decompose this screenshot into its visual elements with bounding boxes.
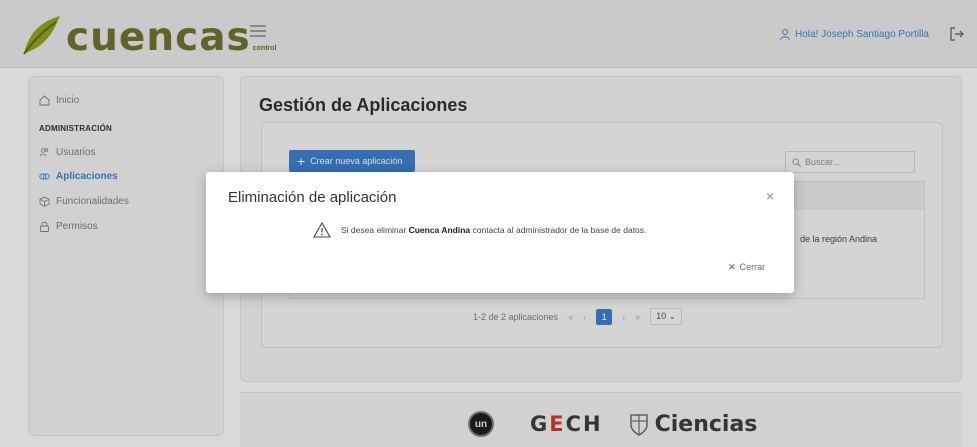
modal-message: Si desea eliminar Cuenca Andina contacta…: [313, 222, 646, 238]
modal-message-prefix: Si desea eliminar: [341, 225, 407, 235]
close-x-icon: ×: [728, 259, 736, 274]
delete-application-modal: Eliminación de aplicación × Si desea eli…: [206, 172, 794, 293]
close-icon[interactable]: ×: [766, 188, 774, 204]
cerrar-label: Cerrar: [739, 262, 766, 272]
modal-title: Eliminación de aplicación: [228, 189, 397, 206]
modal-message-suffix: contacta al administrador de la base de …: [472, 225, 647, 235]
warning-icon: [313, 222, 331, 238]
cerrar-button[interactable]: × Cerrar: [728, 259, 766, 274]
modal-application-name: Cuenca Andina: [408, 225, 471, 235]
